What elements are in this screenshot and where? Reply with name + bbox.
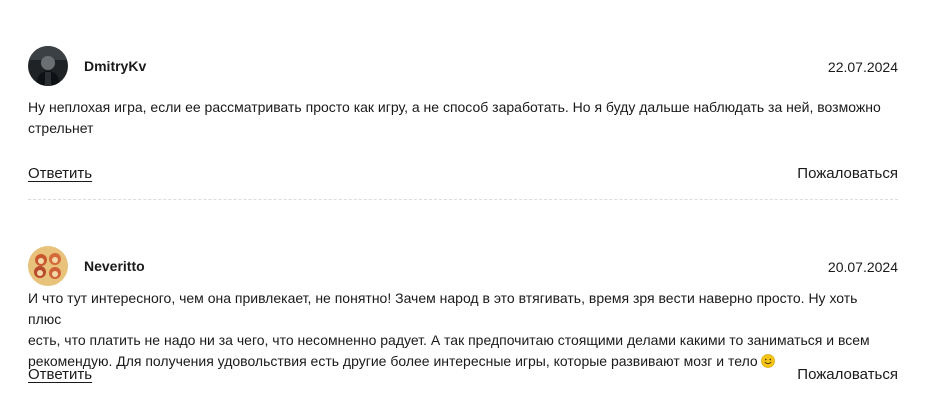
comment-text: И что тут интересного, чем она привлекае…	[28, 290, 870, 369]
comment-text-block: И что тут интересного, чем она привлекае…	[28, 288, 888, 372]
comment-item: DmitryKv 22.07.2024 Ну неплохая игра, ес…	[28, 0, 898, 200]
comment-date: 22.07.2024	[827, 59, 898, 75]
avatar	[28, 246, 68, 286]
comment-header: Neveritto 20.07.2024	[28, 246, 898, 288]
comment-date: 20.07.2024	[827, 259, 898, 275]
user-photo-dark-icon	[28, 46, 68, 86]
comment-author[interactable]: DmitryKv	[84, 58, 146, 74]
avatar	[28, 46, 68, 86]
comment-actions: Ответить Пожаловаться	[28, 165, 898, 187]
comments-list: DmitryKv 22.07.2024 Ну неплохая игра, ес…	[28, 0, 898, 410]
report-button[interactable]: Пожаловаться	[797, 165, 898, 182]
comment-author[interactable]: Neveritto	[84, 258, 145, 274]
comment-header: DmitryKv 22.07.2024	[28, 46, 898, 88]
comment-item: Neveritto 20.07.2024 И что тут интересно…	[28, 200, 898, 410]
reply-link[interactable]: Ответить	[28, 366, 92, 383]
comment-actions: Ответить Пожаловаться	[28, 366, 898, 388]
user-photo-cartoon-icon	[28, 246, 68, 286]
reply-link[interactable]: Ответить	[28, 165, 92, 182]
report-button[interactable]: Пожаловаться	[797, 366, 898, 383]
comment-text: Ну неплохая игра, если ее рассматривать …	[28, 99, 881, 136]
